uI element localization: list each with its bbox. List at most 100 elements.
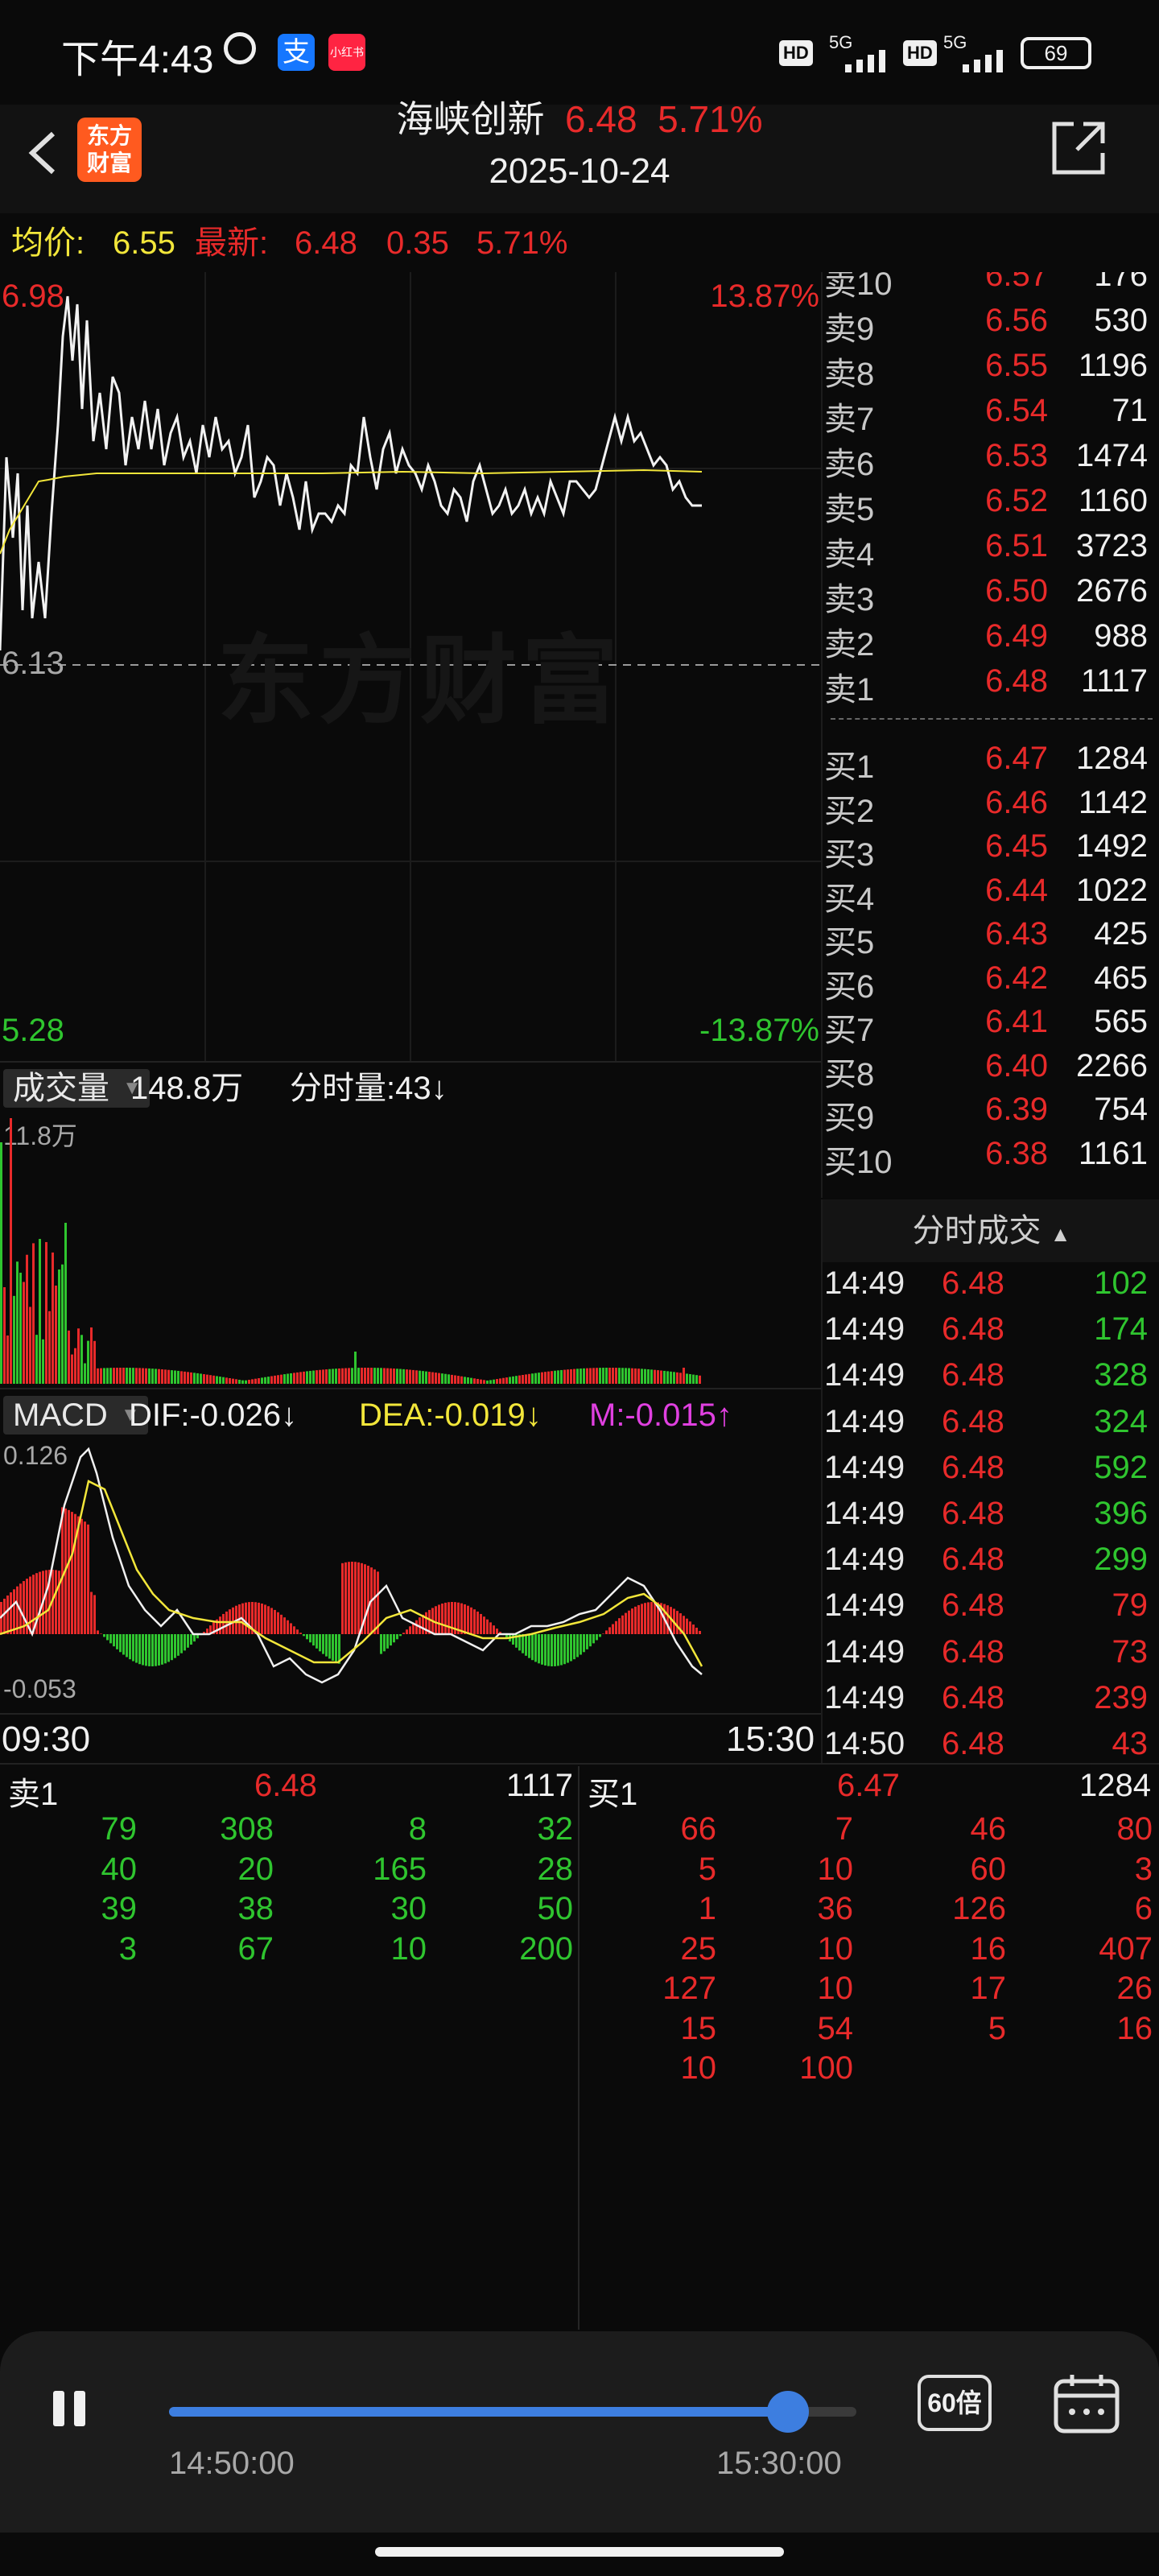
- volume-bar: [0, 1142, 2, 1384]
- macd-bar: [113, 1634, 115, 1647]
- queue-cell: 10: [390, 1930, 427, 1967]
- tick-price: 6.48: [942, 1679, 1004, 1715]
- volume-bar: [23, 1282, 25, 1384]
- volume-chart[interactable]: 11.8万: [0, 1114, 821, 1388]
- macd-bar: [676, 1611, 678, 1634]
- macd-bar: [341, 1563, 344, 1634]
- volume-bar: [274, 1375, 276, 1384]
- volume-bar: [187, 1372, 189, 1384]
- macd-bar: [473, 1609, 476, 1634]
- macd-bar: [460, 1603, 463, 1634]
- buy-queue-label: 买1: [588, 1777, 638, 1812]
- volume-bar: [373, 1368, 376, 1384]
- volume-bar: [261, 1377, 263, 1384]
- tick-row: 14:49 6.48 79: [823, 1587, 1156, 1633]
- macd-bar: [126, 1634, 128, 1657]
- volume-bar: [164, 1369, 167, 1384]
- volume-bar: [109, 1368, 112, 1384]
- macd-bar: [39, 1571, 41, 1634]
- macd-bar: [399, 1634, 402, 1637]
- macd-selector[interactable]: MACD ▼: [3, 1396, 148, 1435]
- volume-selector[interactable]: 成交量 ▼: [3, 1069, 150, 1108]
- volume-bar: [402, 1368, 405, 1384]
- speed-button[interactable]: 60倍: [918, 2375, 992, 2431]
- ask-row: 卖2 6.49 988: [823, 618, 1156, 663]
- price-chart[interactable]: 东方财富 6.98 13.87% 6.13 5.28 -13.87%: [0, 272, 821, 1061]
- macd-bar: [496, 1629, 498, 1634]
- macd-selector-label: MACD: [13, 1397, 108, 1433]
- volume-bar: [184, 1371, 186, 1384]
- queue-cell: 26: [1116, 1971, 1153, 2006]
- macd-bar: [615, 1620, 617, 1634]
- volume-bar: [676, 1372, 678, 1384]
- macd-bar: [158, 1634, 160, 1666]
- volume-bar: [599, 1368, 601, 1384]
- calendar-icon[interactable]: [1051, 2372, 1122, 2436]
- macd-bar: [554, 1634, 556, 1666]
- macd-chart[interactable]: 0.126 -0.053: [0, 1441, 821, 1711]
- macd-bar: [267, 1606, 270, 1634]
- pause-icon[interactable]: [50, 2388, 92, 2429]
- macd-bar: [560, 1634, 563, 1666]
- share-icon[interactable]: [1050, 119, 1107, 177]
- macd-bar: [596, 1634, 598, 1641]
- bid-label: 买8: [824, 1056, 875, 1092]
- progress-knob[interactable]: [766, 2391, 809, 2433]
- volume-bar: [167, 1369, 170, 1384]
- divider: [0, 1763, 1159, 1765]
- queue-cell: 79: [101, 1811, 138, 1847]
- bid-volume: 2266: [1076, 1047, 1148, 1084]
- macd-bar: [309, 1634, 311, 1643]
- volume-bar: [32, 1243, 35, 1384]
- ticks-header[interactable]: 分时成交 ▲: [823, 1199, 1159, 1262]
- macd-bar: [155, 1634, 157, 1666]
- macd-bar: [270, 1608, 273, 1634]
- macd-bar: [364, 1564, 366, 1634]
- macd-bar: [383, 1634, 386, 1652]
- volume-bar: [573, 1368, 575, 1384]
- volume-bar: [576, 1368, 579, 1384]
- bid-volume: 754: [1094, 1092, 1148, 1127]
- volume-bar: [451, 1374, 453, 1384]
- volume-bar: [489, 1380, 492, 1384]
- macd-bar: [534, 1634, 537, 1662]
- macd-dea: DEA:-0.019↓: [359, 1397, 542, 1433]
- volume-bar: [103, 1368, 105, 1384]
- volume-bar: [480, 1379, 482, 1384]
- macd-bar: [628, 1610, 630, 1634]
- volume-bar: [235, 1379, 237, 1384]
- volume-bar: [180, 1371, 183, 1384]
- tick-volume: 102: [1094, 1265, 1148, 1301]
- ask-volume: 71: [1112, 393, 1149, 428]
- volume-bar: [264, 1377, 266, 1384]
- queue-cell: 100: [799, 2050, 853, 2086]
- volume-bar: [396, 1368, 398, 1384]
- progress-track[interactable]: [169, 2391, 856, 2433]
- macd-bar: [686, 1618, 688, 1634]
- volume-bar: [241, 1380, 244, 1384]
- tick-volume: 592: [1094, 1449, 1148, 1485]
- macd-bar: [135, 1634, 138, 1663]
- ask-row: 卖4 6.51 3723: [823, 528, 1156, 573]
- volume-bar: [319, 1369, 321, 1384]
- macd-bar: [13, 1589, 15, 1634]
- macd-bar: [122, 1634, 125, 1655]
- avg-label: 均价:: [11, 225, 85, 261]
- volume-bar: [689, 1373, 691, 1384]
- volume-bar: [13, 1295, 15, 1384]
- volume-bar: [583, 1368, 585, 1384]
- macd-bar: [296, 1629, 299, 1634]
- volume-bar: [641, 1368, 643, 1384]
- volume-bar: [225, 1377, 228, 1384]
- stock-name: 海峡创新: [396, 98, 545, 140]
- queue-cell: 308: [220, 1811, 274, 1847]
- macd-bar: [631, 1608, 633, 1634]
- bid-price: 6.45: [985, 828, 1048, 864]
- volume-bar: [602, 1368, 604, 1384]
- queue-cell: 17: [970, 1971, 1007, 2006]
- tick-time: 14:49: [824, 1403, 905, 1439]
- volume-bar: [567, 1369, 569, 1384]
- volume-bar: [90, 1327, 93, 1384]
- macd-bar: [145, 1634, 147, 1666]
- volume-bar: [612, 1368, 614, 1384]
